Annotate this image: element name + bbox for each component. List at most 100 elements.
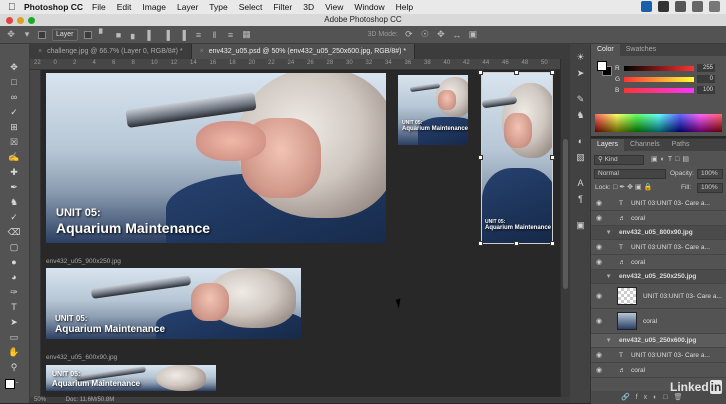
fill-field[interactable]: 100% bbox=[697, 183, 723, 193]
move-tool-icon[interactable]: ✥ bbox=[5, 61, 23, 74]
menu-edit[interactable]: Edit bbox=[117, 2, 132, 12]
dodge-tool-icon[interactable]: ◕ bbox=[5, 271, 23, 284]
slider-value[interactable]: 255 bbox=[697, 64, 715, 72]
artboard-image-250x250[interactable]: UNIT 05: Aquarium Maintenance bbox=[398, 75, 468, 145]
menu-filter[interactable]: Filter bbox=[273, 2, 292, 12]
history-brush-tool-icon[interactable]: ✓ bbox=[5, 211, 23, 224]
quick-select-tool-icon[interactable]: ✓ bbox=[5, 106, 23, 119]
layer-row[interactable]: ◉ T UNIT 03:UNIT 03- Care a... bbox=[591, 240, 726, 255]
transform-bounding-box[interactable] bbox=[481, 72, 553, 244]
properties-panel-icon[interactable]: ➤ bbox=[575, 68, 586, 79]
artboard-image-large[interactable]: UNIT 05: Aquarium Maintenance bbox=[46, 73, 386, 243]
close-window-icon[interactable] bbox=[6, 17, 13, 24]
slider-value[interactable]: 0 bbox=[697, 75, 715, 83]
visibility-eye-icon[interactable]: ◉ bbox=[596, 348, 605, 362]
styles-panel-icon[interactable]: ▧ bbox=[575, 152, 586, 163]
color-slider-b[interactable]: B 100 bbox=[615, 86, 723, 94]
tab-swatches[interactable]: Swatches bbox=[620, 44, 662, 56]
align-left-icon[interactable]: ▌ bbox=[146, 30, 156, 40]
3d-drag-icon[interactable]: ✥ bbox=[436, 29, 446, 40]
menu-view[interactable]: View bbox=[325, 2, 343, 12]
slider-value[interactable]: 100 bbox=[697, 86, 715, 94]
artboard-image-900x250[interactable]: UNIT 05: Aquarium Maintenance bbox=[46, 268, 301, 339]
layer-row[interactable]: ◉ UNIT 03:UNIT 03- Care a... bbox=[591, 284, 726, 309]
search-icon[interactable] bbox=[692, 1, 703, 12]
eyedropper-tool-icon[interactable]: ✍ bbox=[5, 151, 23, 164]
menu-window[interactable]: Window bbox=[354, 2, 384, 12]
visibility-eye-icon[interactable]: ◉ bbox=[596, 211, 605, 225]
transform-handle[interactable] bbox=[478, 241, 483, 246]
tab-layers[interactable]: Layers bbox=[591, 139, 625, 151]
foreground-color-swatch[interactable] bbox=[597, 61, 607, 71]
healing-brush-tool-icon[interactable]: ✚ bbox=[5, 166, 23, 179]
marquee-tool-icon[interactable]: □ bbox=[5, 76, 23, 89]
dropbox-icon[interactable] bbox=[658, 1, 669, 12]
doc-size[interactable]: Doc: 11.6M/50.8M bbox=[66, 397, 115, 403]
auto-select-dropdown[interactable]: Layer bbox=[52, 28, 78, 41]
close-tab-icon[interactable]: × bbox=[38, 48, 42, 55]
wifi-icon[interactable] bbox=[675, 1, 686, 12]
menu-help[interactable]: Help bbox=[396, 2, 413, 12]
transform-handle[interactable] bbox=[478, 155, 483, 160]
slider-bar[interactable] bbox=[624, 65, 694, 71]
app-menu[interactable]: Photoshop CC bbox=[24, 2, 83, 12]
layer-filter-select[interactable]: ⚲ Kind bbox=[594, 155, 644, 165]
minimize-window-icon[interactable] bbox=[17, 17, 24, 24]
align-right-icon[interactable]: ▐ bbox=[178, 30, 188, 40]
transform-handle[interactable] bbox=[550, 155, 555, 160]
hand-tool-icon[interactable]: ✋ bbox=[5, 346, 23, 359]
menu-layer[interactable]: Layer bbox=[177, 2, 198, 12]
menu-select[interactable]: Select bbox=[239, 2, 263, 12]
transform-controls-checkbox[interactable] bbox=[83, 30, 92, 39]
gradient-tool-icon[interactable]: ▢ bbox=[5, 241, 23, 254]
distribute-icon[interactable]: ≡ bbox=[194, 30, 204, 40]
clone-stamp-tool-icon[interactable]: ♞ bbox=[5, 196, 23, 209]
eraser-tool-icon[interactable]: ⌫ bbox=[5, 226, 23, 239]
3d-scale-icon[interactable]: ▣ bbox=[468, 29, 478, 40]
crop-tool-icon[interactable]: ⊞ bbox=[5, 121, 23, 134]
visibility-eye-icon[interactable]: ◉ bbox=[596, 363, 605, 377]
align-middle-icon[interactable]: ■ bbox=[114, 30, 124, 40]
lock-icons[interactable]: □✒✥▣🔒 bbox=[613, 183, 654, 191]
3d-orbit-icon[interactable]: ⟳ bbox=[404, 29, 414, 40]
layer-group-row-selected[interactable]: ▾ env432_u05_250x600.jpg bbox=[591, 334, 726, 348]
clone-source-panel-icon[interactable]: ♞ bbox=[575, 110, 586, 121]
brush-panel-icon[interactable]: ✎ bbox=[575, 94, 586, 105]
paragraph-panel-icon[interactable]: ¶ bbox=[575, 194, 586, 205]
layer-row[interactable]: ◉ T UNIT 03:UNIT 03- Care a... bbox=[591, 348, 726, 363]
layer-row[interactable]: ◉ ♬ coral bbox=[591, 211, 726, 226]
adjustments-panel-icon[interactable]: ◐ bbox=[575, 136, 586, 147]
rectangle-tool-icon[interactable]: ▭ bbox=[5, 331, 23, 344]
transform-handle[interactable] bbox=[550, 241, 555, 246]
move-tool-icon[interactable]: ✥ bbox=[6, 29, 16, 40]
distribute-h-icon[interactable]: ‖ bbox=[210, 30, 220, 40]
chevron-down-icon[interactable]: ▾ bbox=[607, 226, 610, 239]
zoom-tool-icon[interactable]: ⚲ bbox=[5, 361, 23, 374]
blur-tool-icon[interactable]: ● bbox=[5, 256, 23, 269]
opacity-field[interactable]: 100% bbox=[697, 169, 723, 179]
vertical-scrollbar[interactable] bbox=[560, 59, 570, 397]
layer-row[interactable]: ◉ coral bbox=[591, 309, 726, 334]
artboard-image-600x90[interactable]: UNIT 05: Aquarium Maintenance bbox=[46, 365, 216, 391]
pen-tool-icon[interactable]: ✑ bbox=[5, 286, 23, 299]
menu-image[interactable]: Image bbox=[142, 2, 166, 12]
tab-channels[interactable]: Channels bbox=[624, 139, 666, 151]
path-select-tool-icon[interactable]: ➤ bbox=[5, 316, 23, 329]
color-spectrum[interactable] bbox=[595, 114, 722, 132]
transform-handle[interactable] bbox=[478, 70, 483, 75]
3d-slide-icon[interactable]: ↔ bbox=[452, 30, 462, 40]
chevron-down-icon[interactable]: ▾ bbox=[22, 29, 32, 40]
apple-icon[interactable]:  bbox=[8, 2, 20, 13]
distribute-v-icon[interactable]: ≡ bbox=[226, 30, 236, 40]
slider-bar[interactable] bbox=[624, 76, 694, 82]
align-bottom-icon[interactable]: ▖ bbox=[130, 29, 140, 40]
tab-paths[interactable]: Paths bbox=[666, 139, 696, 151]
3d-roll-icon[interactable]: ☉ bbox=[420, 29, 430, 40]
layer-group-row[interactable]: ▾ env432_u05_800x90.jpg bbox=[591, 226, 726, 240]
visibility-eye-icon[interactable]: ◉ bbox=[596, 284, 605, 308]
menu-type[interactable]: Type bbox=[209, 2, 227, 12]
lasso-tool-icon[interactable]: ∞ bbox=[5, 91, 23, 104]
tab-challenge[interactable]: × challenge.jpg @ 66.7% (Layer 0, RGB/8#)… bbox=[30, 44, 192, 59]
transform-handle[interactable] bbox=[514, 241, 519, 246]
foreground-color-swatch[interactable] bbox=[5, 379, 15, 389]
